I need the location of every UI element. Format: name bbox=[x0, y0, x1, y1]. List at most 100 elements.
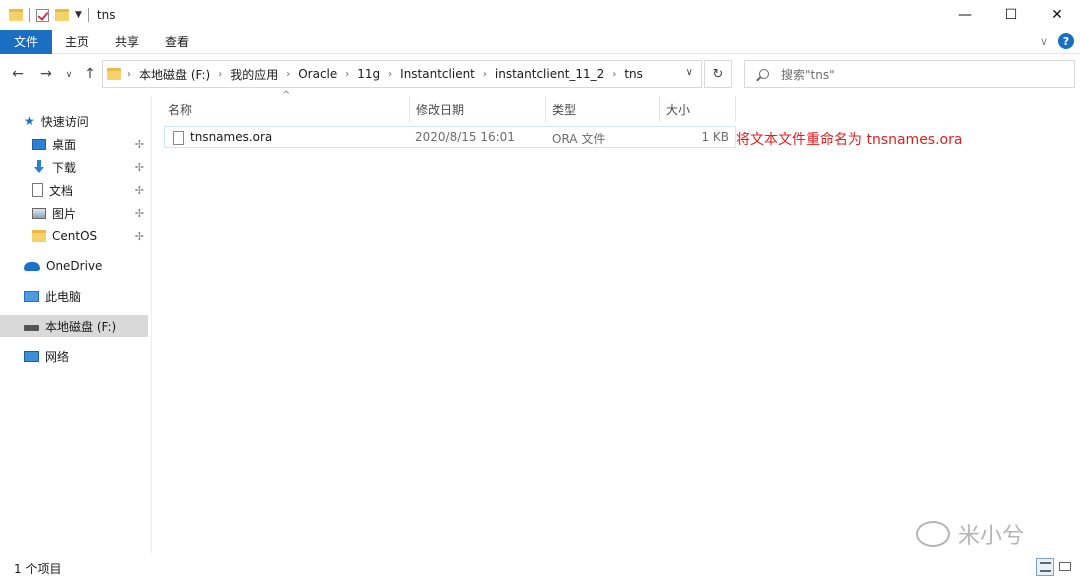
wechat-icon bbox=[916, 521, 950, 547]
nav-label: 桌面 bbox=[52, 137, 77, 152]
file-row[interactable]: tnsnames.ora 2020/8/15 16:01 ORA 文件 1 KB bbox=[164, 126, 736, 148]
column-header-type[interactable]: 类型 bbox=[546, 96, 660, 122]
folder-icon bbox=[107, 68, 121, 80]
new-folder-icon[interactable] bbox=[55, 9, 69, 21]
breadcrumb-item-current[interactable]: tns bbox=[624, 67, 643, 81]
breadcrumb-separator-icon[interactable]: › bbox=[388, 69, 392, 80]
desktop-icon bbox=[32, 138, 46, 150]
column-header-name[interactable]: 名称 bbox=[162, 96, 410, 122]
nav-label: 文档 bbox=[49, 183, 74, 198]
nav-item-pictures[interactable]: 图片 ✢ bbox=[32, 202, 148, 224]
file-name: tnsnames.ora bbox=[190, 130, 273, 144]
details-view-button[interactable] bbox=[1036, 558, 1054, 576]
nav-label: 本地磁盘 (F:) bbox=[45, 319, 117, 334]
details-view-icon bbox=[1040, 562, 1051, 572]
nav-item-this-pc[interactable]: 此电脑 bbox=[24, 285, 148, 307]
nav-label: 下载 bbox=[52, 160, 77, 175]
breadcrumb-item[interactable]: 11g bbox=[357, 67, 380, 81]
up-arrow-icon[interactable]: ↑ bbox=[80, 66, 100, 82]
rename-annotation: 将文本文件重命名为 tnsnames.ora bbox=[736, 132, 963, 148]
nav-item-downloads[interactable]: 下载 ✢ bbox=[32, 156, 148, 178]
toolbar-divider bbox=[87, 8, 89, 22]
refresh-button[interactable]: ↻ bbox=[704, 60, 732, 88]
breadcrumb-separator-icon[interactable]: › bbox=[483, 69, 487, 80]
forward-arrow-icon[interactable]: → bbox=[36, 66, 56, 82]
breadcrumb-separator-icon[interactable]: › bbox=[218, 69, 222, 80]
breadcrumb-item[interactable]: Oracle bbox=[298, 67, 337, 81]
nav-label: CentOS bbox=[52, 229, 98, 243]
nav-item-onedrive[interactable]: OneDrive bbox=[24, 255, 148, 277]
refresh-icon: ↻ bbox=[712, 66, 724, 82]
nav-label: 此电脑 bbox=[45, 289, 82, 304]
watermark-text: 米小兮 bbox=[958, 524, 1025, 549]
folder-icon bbox=[32, 230, 46, 242]
drive-icon bbox=[24, 325, 39, 331]
large-icons-view-button[interactable] bbox=[1056, 558, 1074, 576]
pin-icon[interactable]: ✢ bbox=[135, 138, 144, 151]
breadcrumb-item[interactable]: 我的应用 bbox=[230, 66, 278, 83]
nav-item-desktop[interactable]: 桌面 ✢ bbox=[32, 133, 148, 155]
tab-view[interactable]: 查看 bbox=[152, 30, 202, 54]
nav-item-network[interactable]: 网络 bbox=[24, 345, 148, 367]
window-controls: — ☐ ✕ bbox=[942, 0, 1080, 30]
pin-icon[interactable]: ✢ bbox=[135, 207, 144, 220]
file-modified: 2020/8/15 16:01 bbox=[415, 130, 515, 144]
quick-access-toolbar: ▼ bbox=[0, 8, 89, 22]
nav-label: 网络 bbox=[45, 349, 70, 364]
nav-item-local-disk[interactable]: 本地磁盘 (F:) bbox=[0, 315, 148, 337]
breadcrumb-separator-icon[interactable]: › bbox=[345, 69, 349, 80]
customize-toolbar-dropdown-icon[interactable]: ▼ bbox=[75, 10, 82, 20]
computer-icon bbox=[24, 290, 39, 302]
breadcrumb-separator-icon[interactable]: › bbox=[286, 69, 290, 80]
nav-item-centos[interactable]: CentOS ✢ bbox=[32, 225, 148, 247]
nav-label: 快速访问 bbox=[40, 114, 89, 129]
column-header-size[interactable]: 大小 bbox=[660, 96, 736, 122]
pin-icon[interactable]: ✢ bbox=[135, 161, 144, 174]
breadcrumb-item[interactable]: instantclient_11_2 bbox=[495, 67, 604, 81]
pin-icon[interactable]: ✢ bbox=[135, 184, 144, 197]
back-arrow-icon[interactable]: ← bbox=[8, 66, 28, 82]
maximize-button[interactable]: ☐ bbox=[988, 0, 1034, 30]
breadcrumb-separator-icon[interactable]: › bbox=[127, 69, 131, 80]
download-icon bbox=[32, 160, 46, 174]
search-input[interactable]: 搜索"tns" bbox=[744, 60, 1075, 88]
breadcrumb-separator-icon[interactable]: › bbox=[612, 69, 616, 80]
expand-ribbon-chevron-icon[interactable]: ∨ bbox=[1040, 35, 1048, 48]
minimize-button[interactable]: — bbox=[942, 0, 988, 30]
help-icon[interactable]: ? bbox=[1058, 33, 1074, 49]
properties-icon[interactable] bbox=[36, 8, 49, 22]
recent-locations-chevron-icon[interactable]: ∨ bbox=[62, 70, 76, 80]
watermark: 米小兮 bbox=[916, 518, 1024, 550]
tab-share[interactable]: 共享 bbox=[102, 30, 152, 54]
file-size: 1 KB bbox=[701, 130, 729, 144]
tab-file[interactable]: 文件 bbox=[0, 29, 53, 54]
ribbon-right-controls: ∨ ? bbox=[1040, 33, 1074, 49]
tab-home[interactable]: 主页 bbox=[52, 30, 102, 54]
network-icon bbox=[24, 350, 39, 362]
address-history-chevron-icon[interactable]: ∨ bbox=[686, 67, 693, 78]
nav-label: OneDrive bbox=[46, 259, 103, 273]
pin-icon[interactable]: ✢ bbox=[135, 230, 144, 243]
toolbar-divider bbox=[29, 8, 30, 22]
nav-quick-access[interactable]: ★ 快速访问 bbox=[24, 110, 148, 132]
folder-icon bbox=[9, 9, 23, 21]
nav-item-documents[interactable]: 文档 ✢ bbox=[32, 179, 148, 201]
file-type: ORA 文件 bbox=[552, 132, 606, 146]
breadcrumb-item[interactable]: Instantclient bbox=[400, 67, 475, 81]
ribbon-tabs: 文件 主页 共享 查看 ∨ ? bbox=[0, 29, 1080, 54]
close-button[interactable]: ✕ bbox=[1034, 0, 1080, 30]
document-icon bbox=[32, 183, 43, 197]
onedrive-cloud-icon bbox=[24, 261, 40, 271]
search-placeholder: 搜索"tns" bbox=[781, 67, 835, 82]
file-name-cell: tnsnames.ora bbox=[173, 130, 272, 145]
status-bar: 1 个项目 bbox=[0, 556, 1080, 580]
column-header-modified[interactable]: 修改日期 bbox=[410, 96, 546, 122]
title-bar: ▼ tns — ☐ ✕ bbox=[0, 0, 1080, 30]
address-bar[interactable]: › 本地磁盘 (F:) › 我的应用 › Oracle › 11g › Inst… bbox=[102, 60, 702, 88]
address-row: ← → ∨ ↑ › 本地磁盘 (F:) › 我的应用 › Oracle › 11… bbox=[0, 60, 1080, 90]
star-icon: ★ bbox=[24, 114, 35, 128]
search-icon bbox=[759, 69, 769, 79]
item-count: 1 个项目 bbox=[14, 561, 62, 576]
large-icons-view-icon bbox=[1059, 562, 1071, 571]
breadcrumb-item[interactable]: 本地磁盘 (F:) bbox=[139, 66, 210, 83]
